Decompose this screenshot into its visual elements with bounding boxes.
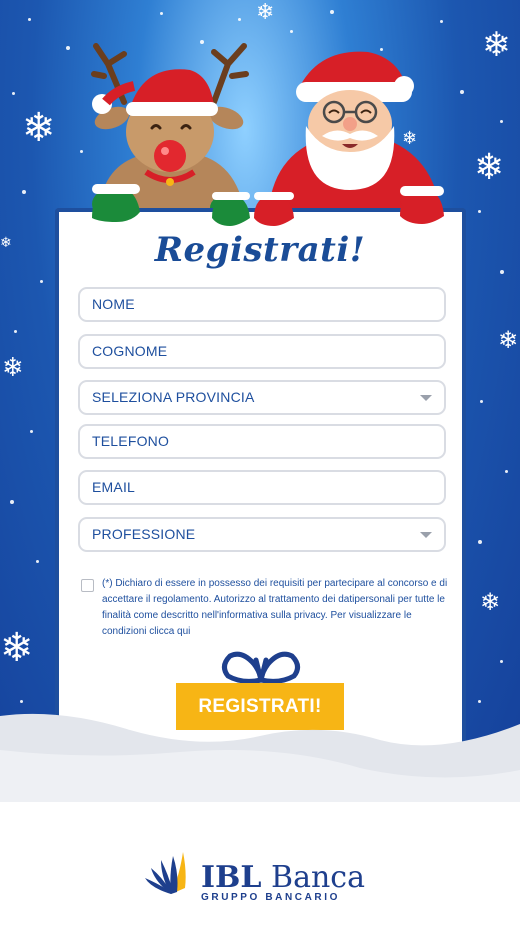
snowflake-icon: ❄ xyxy=(474,147,505,188)
gift-bow-icon xyxy=(222,651,300,684)
mittens-icon xyxy=(92,184,444,226)
professione-select[interactable]: PROFESSIONE xyxy=(78,517,446,552)
cognome-input[interactable]: COGNOME xyxy=(78,334,446,369)
chevron-down-icon xyxy=(420,395,432,401)
snow-dot xyxy=(22,190,26,194)
snowflake-icon: ❄ xyxy=(482,25,511,65)
snow-dot xyxy=(10,500,14,504)
chevron-down-icon xyxy=(420,532,432,538)
snow-dot xyxy=(460,90,464,94)
email-placeholder: EMAIL xyxy=(92,479,136,495)
telefono-placeholder: TELEFONO xyxy=(92,433,170,449)
snow-dot xyxy=(80,150,83,153)
snow-dot xyxy=(238,18,241,21)
telefono-input[interactable]: TELEFONO xyxy=(78,424,446,459)
nome-placeholder: NOME xyxy=(92,296,135,312)
snow-dot xyxy=(330,10,334,14)
snowflake-icon: ❄ xyxy=(498,326,519,354)
snow-dot xyxy=(505,470,508,473)
snowflake-icon: ❄ xyxy=(480,588,501,616)
nome-input[interactable]: NOME xyxy=(78,287,446,322)
snow-dot xyxy=(500,270,504,274)
brand-name-bold: IBL xyxy=(201,860,262,895)
form-title: Registrati! xyxy=(154,230,366,270)
snow-dot xyxy=(478,210,481,213)
email-input[interactable]: EMAIL xyxy=(78,470,446,505)
snowflake-icon: ❄ xyxy=(256,0,275,25)
ibl-banca-logo-icon xyxy=(145,852,186,894)
snow-dot xyxy=(500,660,503,663)
snowflake-icon: ❄ xyxy=(22,105,56,151)
snow-dot xyxy=(28,18,31,21)
snow-dot xyxy=(480,400,483,403)
snow-dot xyxy=(478,540,482,544)
brand-name: IBL Banca xyxy=(201,860,365,895)
snow-dot xyxy=(440,20,443,23)
snowflake-icon: ❄ xyxy=(2,353,24,383)
snow-dot xyxy=(30,430,33,433)
snow-ground xyxy=(0,713,520,942)
brand-name-rest: Banca xyxy=(271,860,365,895)
provincia-placeholder: SELEZIONA PROVINCIA xyxy=(92,389,255,405)
snow-dot xyxy=(160,12,163,15)
snow-dot xyxy=(12,92,15,95)
snow-dot xyxy=(40,280,43,283)
cognome-placeholder: COGNOME xyxy=(92,343,168,359)
snowflake-icon: ❄ xyxy=(0,625,34,671)
snow-dot xyxy=(500,120,503,123)
consent-checkbox[interactable] xyxy=(81,579,94,592)
professione-placeholder: PROFESSIONE xyxy=(92,526,196,542)
provincia-select[interactable]: SELEZIONA PROVINCIA xyxy=(78,380,446,415)
brand-subtitle: GRUPPO BANCARIO xyxy=(201,892,341,903)
consent-text: (*) Dichiaro di essere in possesso dei r… xyxy=(102,578,448,637)
snow-dot xyxy=(36,560,39,563)
snow-dot xyxy=(66,46,70,50)
snow-dot xyxy=(14,330,17,333)
snow-dot xyxy=(290,30,293,33)
